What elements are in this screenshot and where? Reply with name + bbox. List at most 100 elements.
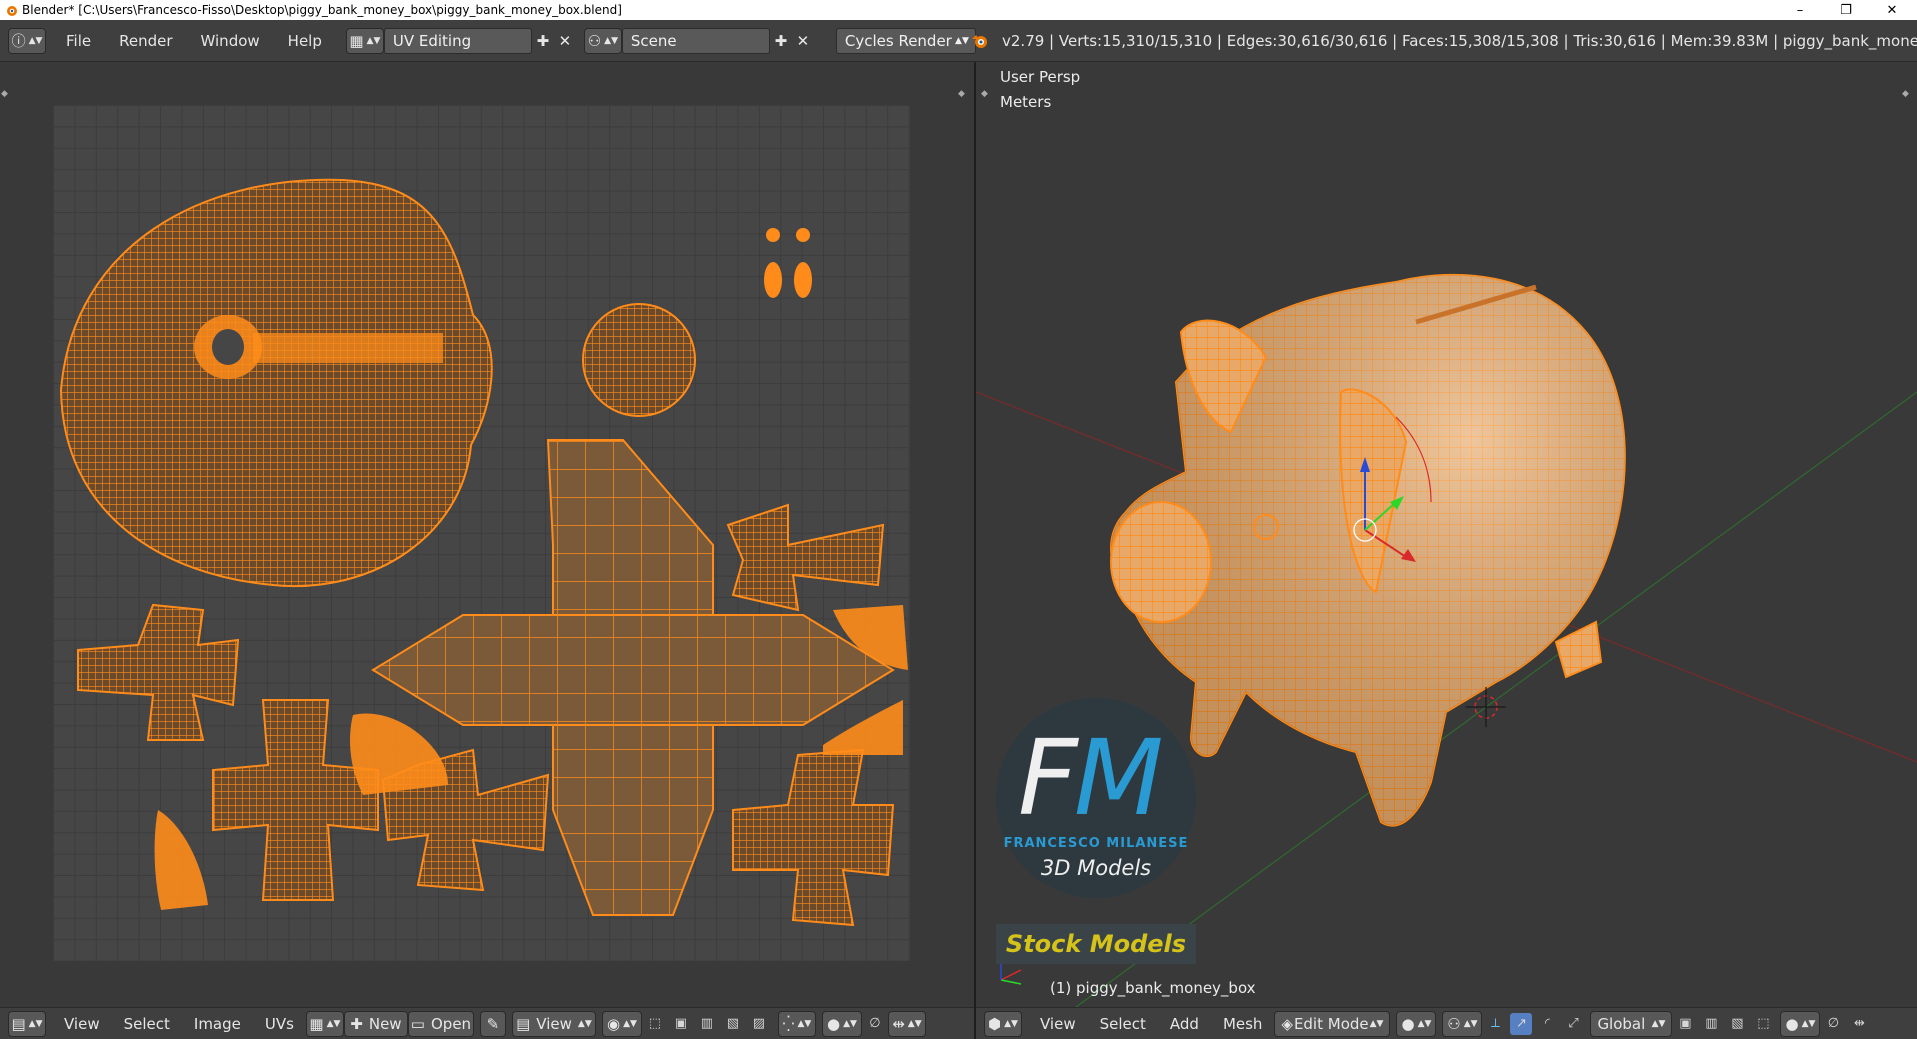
add-scene-icon[interactable]: ✚ xyxy=(770,30,792,52)
sticky-icon: ⁛ xyxy=(782,1014,795,1033)
editor-type-info-button[interactable]: ⓘ ▲▼ xyxy=(8,27,46,54)
translate-manipulator-icon[interactable]: ↗ xyxy=(1510,1012,1533,1035)
uv-menu-select[interactable]: Select xyxy=(112,1015,182,1033)
render-engine-dropdown[interactable]: Cycles Render ▲▼ xyxy=(835,27,976,54)
snap-3d-icon[interactable]: ∅ xyxy=(1822,1013,1844,1035)
screen-layout-field[interactable]: UV Editing xyxy=(383,27,532,54)
scene-stats: v2.79 | Verts:15,310/15,310 | Edges:30,6… xyxy=(1002,32,1917,50)
proportional-edit-3d-icon: ● xyxy=(1785,1014,1799,1033)
snap-element-3d-icon[interactable]: ⇹ xyxy=(1848,1013,1870,1035)
view3d-menu-view[interactable]: View xyxy=(1028,1015,1088,1033)
menu-render[interactable]: Render xyxy=(105,32,186,50)
snap-icon[interactable]: ∅ xyxy=(864,1013,886,1035)
uv-menu-view[interactable]: View xyxy=(52,1015,112,1033)
uv-island-ear-4 xyxy=(154,810,208,910)
mode-label: Edit Mode xyxy=(1293,1014,1369,1033)
proportional-edit-dropdown[interactable]: ● ▲▼ xyxy=(821,1010,862,1037)
updown-arrows-icon: ▲▼ xyxy=(1801,1018,1816,1029)
window-title: Blender* [C:\Users\Francesco-Fisso\Deskt… xyxy=(22,3,622,17)
snap-element-dropdown[interactable]: ⇹ ▲▼ xyxy=(887,1010,926,1037)
editor-type-uv-button[interactable]: ▤ ▲▼ xyxy=(8,1010,46,1037)
island-select-icon[interactable]: ▨ xyxy=(748,1013,770,1035)
open-image-button[interactable]: ▭ Open xyxy=(407,1010,474,1037)
view3d-menu-select[interactable]: Select xyxy=(1088,1015,1158,1033)
close-button[interactable]: ✕ xyxy=(1869,0,1915,20)
region-expand-icon[interactable]: ◆ xyxy=(958,89,965,99)
3d-viewport[interactable]: ◆ ◆ User Persp Meters FM FRANCESCO MILAN… xyxy=(976,62,1917,1007)
uv-grid-canvas[interactable] xyxy=(53,105,910,961)
info-header: ⓘ ▲▼ File Render Window Help ▦ ▲▼ UV Editi… xyxy=(0,20,1917,62)
updown-arrows-icon: ▲▼ xyxy=(955,35,969,46)
pin-image-button[interactable]: ✎ xyxy=(479,1010,506,1037)
cube-icon: ⬢ xyxy=(988,1014,1002,1033)
folder-icon: ▭ xyxy=(410,1014,425,1033)
uv-island-leg-1 xyxy=(726,503,885,612)
manipulator-icon[interactable]: ⟂ xyxy=(1484,1013,1506,1035)
menu-window[interactable]: Window xyxy=(187,32,274,50)
uv-island-leg-2 xyxy=(77,603,240,741)
piggy-bank-mesh xyxy=(1110,273,1626,827)
menu-file[interactable]: File xyxy=(52,32,105,50)
maximize-button[interactable]: ❐ xyxy=(1823,0,1869,20)
vertex-select-icon[interactable]: ▣ xyxy=(670,1013,692,1035)
watermark-brand: FRANCESCO MILANESE xyxy=(1003,836,1189,851)
limit-selection-icon[interactable]: ⬚ xyxy=(1752,1013,1774,1035)
3d-view-header: ⬢ ▲▼ View Select Add Mesh ◈ Edit Mode ▲▼ ● ▲… xyxy=(976,1007,1917,1039)
edge-select-icon[interactable]: ▥ xyxy=(696,1013,718,1035)
pivot-point-dropdown[interactable]: ⚇ ▲▼ xyxy=(1442,1010,1483,1037)
blender-icon xyxy=(970,31,990,51)
uv-island-snout xyxy=(582,303,696,417)
updown-arrows-icon: ▲▼ xyxy=(1417,1018,1432,1029)
uv-island-ear-1 xyxy=(350,713,448,795)
remove-screen-icon[interactable]: ✕ xyxy=(554,30,576,52)
minimize-button[interactable]: – xyxy=(1777,0,1823,20)
layout-grid-icon: ▦ xyxy=(349,31,364,50)
image-icon: ▦ xyxy=(309,1014,324,1033)
edge-select-mode-icon[interactable]: ▥ xyxy=(1700,1013,1722,1035)
proportional-edit-icon: ● xyxy=(826,1014,841,1033)
scene-selector[interactable]: ⚇ ▲▼ xyxy=(583,27,622,54)
updown-arrows-icon: ▲▼ xyxy=(1369,1018,1384,1029)
remove-scene-icon[interactable]: ✕ xyxy=(792,30,814,52)
uv-image-editor[interactable]: ◆ ◆ xyxy=(0,62,974,1007)
shading-dropdown[interactable]: ● ▲▼ xyxy=(1396,1010,1437,1037)
updown-arrows-icon: ▲▼ xyxy=(28,1018,43,1029)
face-select-icon[interactable]: ▧ xyxy=(722,1013,744,1035)
uv-editor-header: ▤ ▲▼ View Select Image UVs ▦ ▲▼ ✚ New ▭ Open… xyxy=(0,1007,974,1039)
scene-field[interactable]: Scene xyxy=(621,27,770,54)
updown-arrows-icon: ▲▼ xyxy=(326,1018,341,1029)
plus-icon: ✚ xyxy=(350,1014,363,1033)
updown-arrows-icon: ▲▼ xyxy=(1463,1018,1478,1029)
editor-type-3d-button[interactable]: ⬢ ▲▼ xyxy=(984,1010,1022,1037)
view3d-menu-add[interactable]: Add xyxy=(1158,1015,1211,1033)
new-image-label: New xyxy=(368,1014,402,1033)
screen-layout-selector[interactable]: ▦ ▲▼ xyxy=(345,27,384,54)
sync-selection-icon[interactable]: ⬚ xyxy=(644,1013,666,1035)
uv-menu-uvs[interactable]: UVs xyxy=(253,1015,306,1033)
orientation-dropdown[interactable]: Global ▲▼ xyxy=(1590,1010,1673,1037)
snap-increment-icon: ⇹ xyxy=(892,1014,905,1033)
uv-mode-dropdown[interactable]: ▤ View ▲▼ xyxy=(511,1010,596,1037)
menu-help[interactable]: Help xyxy=(274,32,336,50)
updown-arrows-icon: ▲▼ xyxy=(1004,1018,1018,1029)
watermark-logo: FM FRANCESCO MILANESE 3D Models xyxy=(996,698,1196,898)
orientation-label: Global xyxy=(1597,1014,1646,1033)
region-expand-icon[interactable]: ◆ xyxy=(1,89,8,99)
active-object-label: (1) piggy_bank_money_box xyxy=(1050,979,1256,997)
pivot-icon: ◉ xyxy=(606,1014,621,1033)
face-select-mode-icon[interactable]: ▧ xyxy=(1726,1013,1748,1035)
rotate-manipulator-icon[interactable]: ◜ xyxy=(1536,1013,1558,1035)
new-image-button[interactable]: ✚ New xyxy=(343,1010,408,1037)
view3d-menu-mesh[interactable]: Mesh xyxy=(1211,1015,1275,1033)
image-browse-button[interactable]: ▦ ▲▼ xyxy=(305,1010,344,1037)
uv-menu-image[interactable]: Image xyxy=(182,1015,253,1033)
pivot-dropdown[interactable]: ◉ ▲▼ xyxy=(601,1010,642,1037)
scale-manipulator-icon[interactable]: ⤢ xyxy=(1562,1013,1584,1035)
open-image-label: Open xyxy=(430,1014,472,1033)
proportional-edit-3d-dropdown[interactable]: ● ▲▼ xyxy=(1780,1010,1821,1037)
vertex-select-mode-icon[interactable]: ▣ xyxy=(1674,1013,1696,1035)
view-mode-icon: ▤ xyxy=(516,1014,531,1033)
add-screen-icon[interactable]: ✚ xyxy=(532,30,554,52)
sticky-selection-dropdown[interactable]: ⁛ ▲▼ xyxy=(777,1010,816,1037)
mode-dropdown[interactable]: ◈ Edit Mode ▲▼ xyxy=(1274,1010,1391,1037)
